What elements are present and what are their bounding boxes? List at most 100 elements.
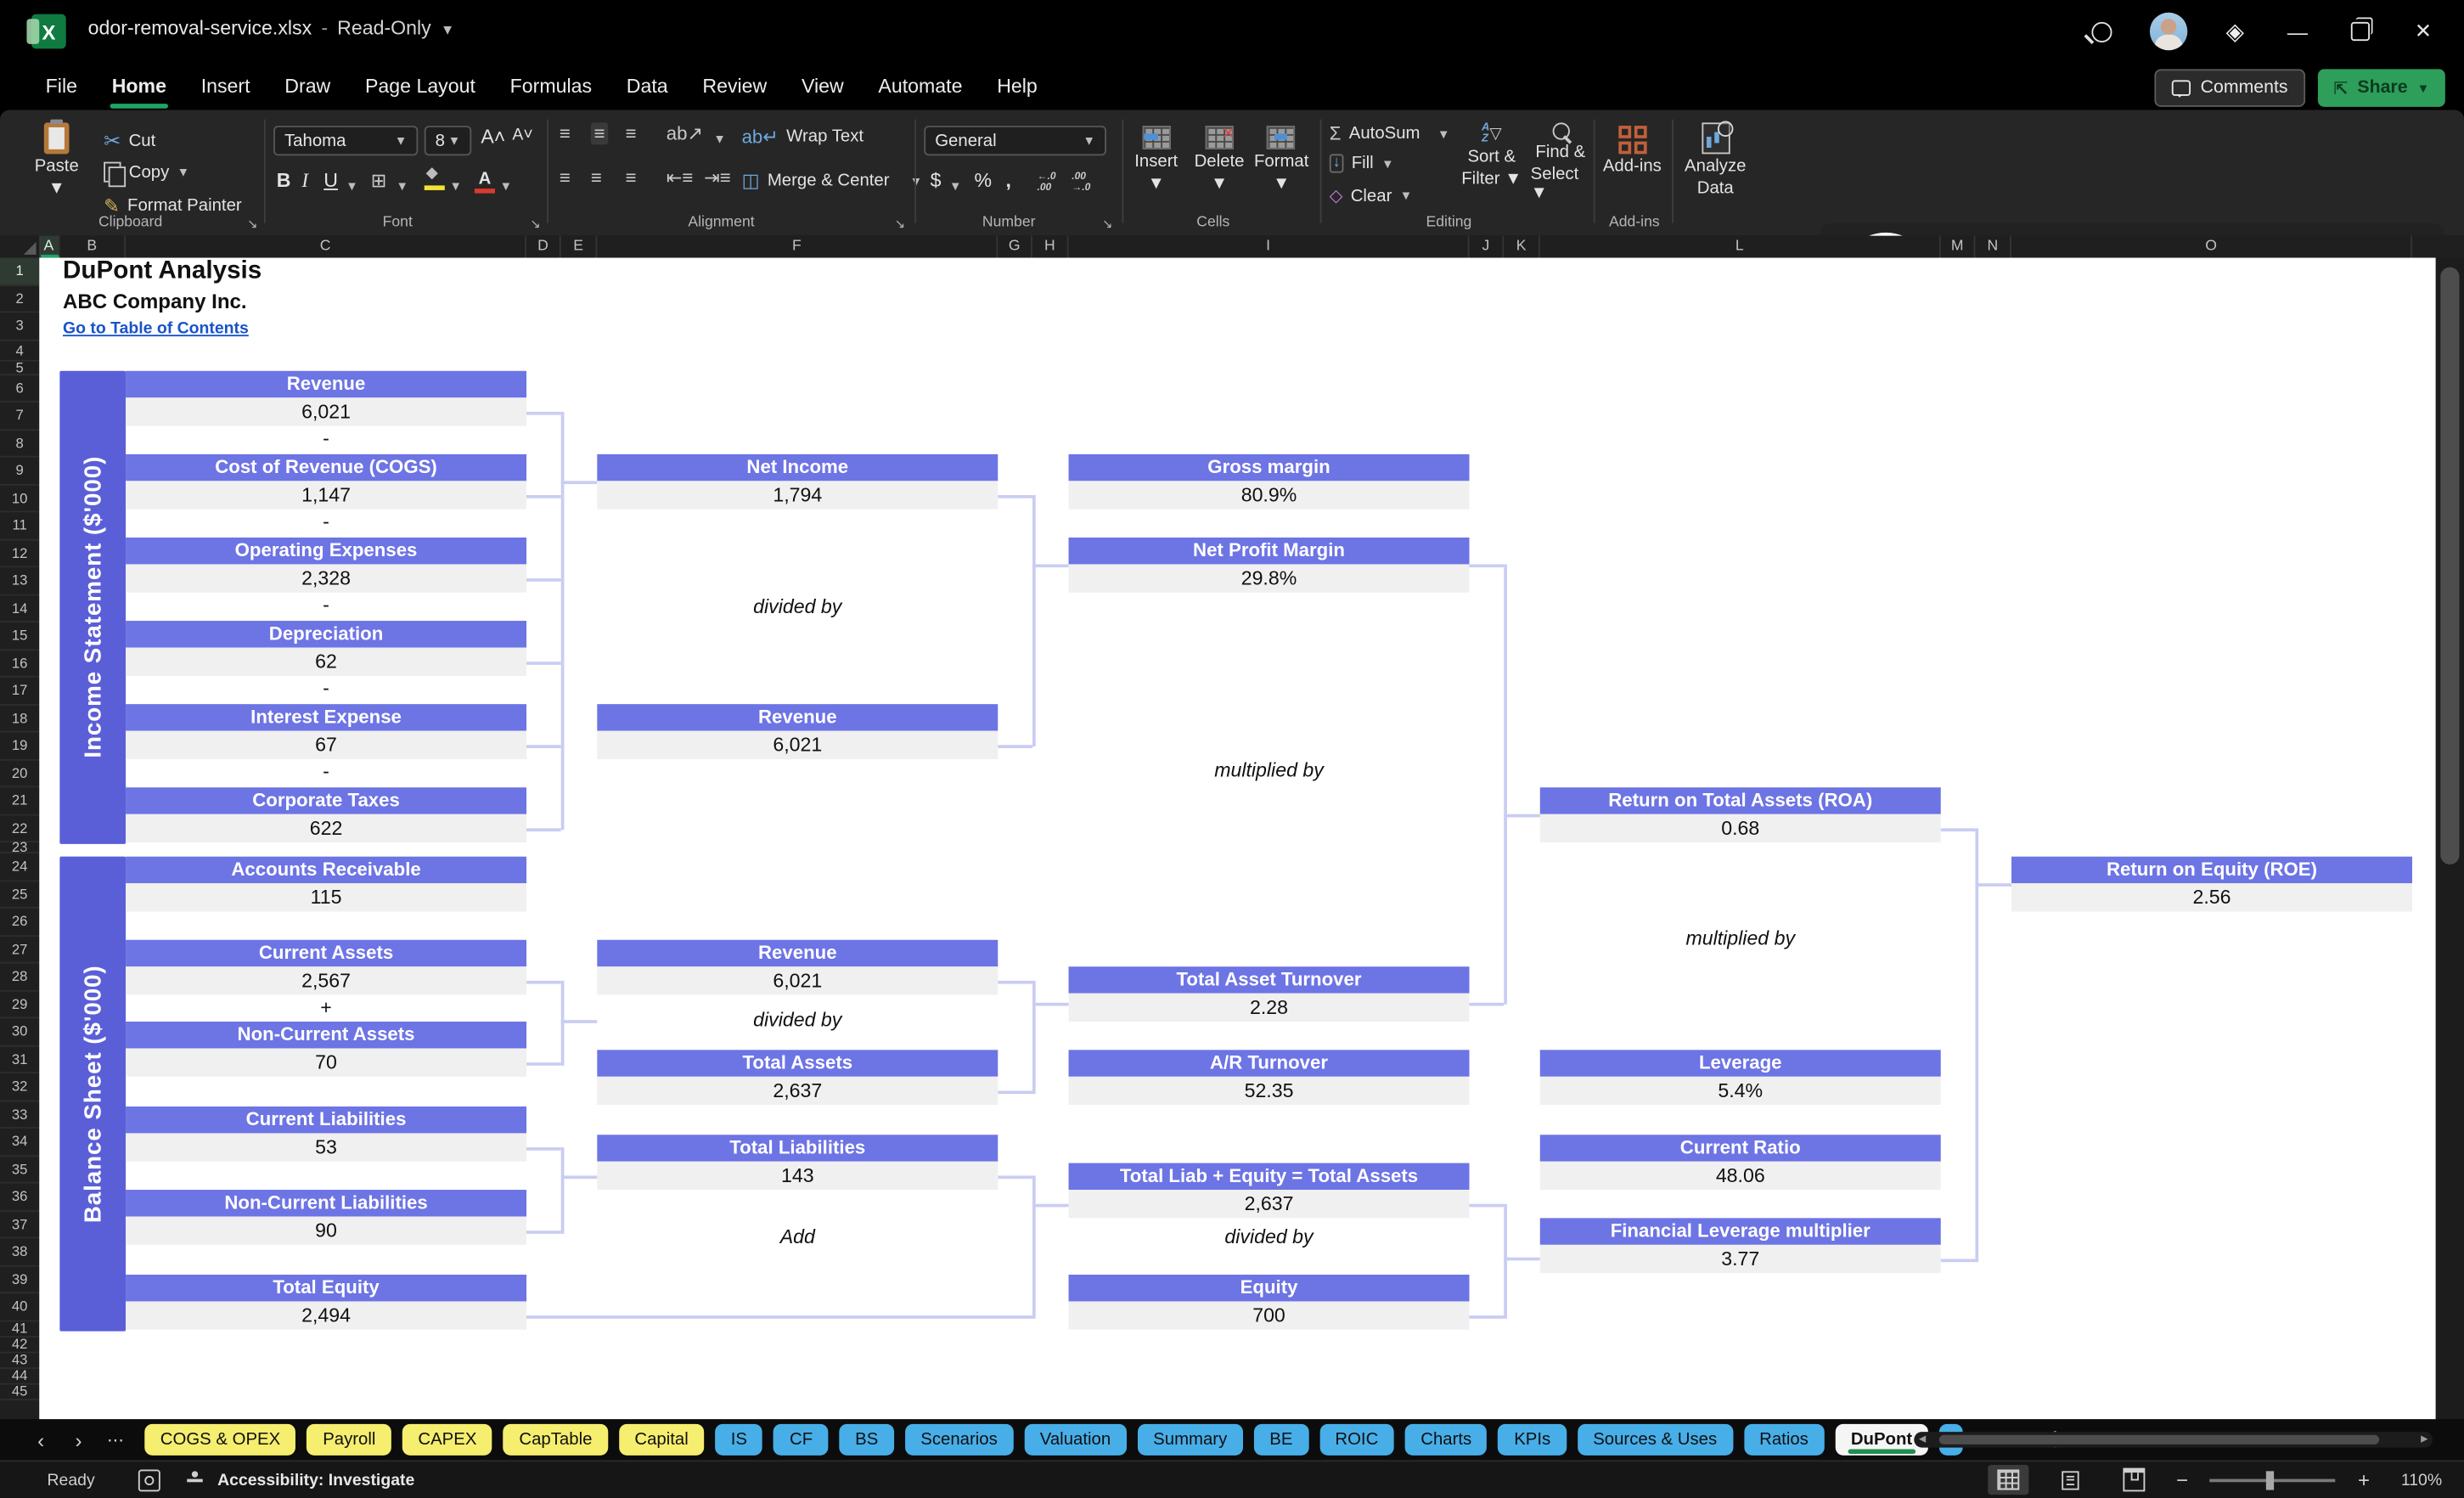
row-header-2[interactable]: 2 <box>0 285 39 313</box>
autosum-button[interactable]: ΣAutoSum▼ <box>1330 122 1450 144</box>
paste-button[interactable]: Paste▼ <box>35 122 79 198</box>
italic-button[interactable]: I <box>301 170 308 194</box>
row-header-7[interactable]: 7 <box>0 403 39 430</box>
row-header-22[interactable]: 22 <box>0 815 39 842</box>
page-layout-view-button[interactable] <box>2051 1465 2091 1495</box>
search-icon[interactable] <box>2092 21 2112 42</box>
row-header-31[interactable]: 31 <box>0 1046 39 1073</box>
sheet-tab-cogs-opex[interactable]: COGS & OPEX <box>144 1424 295 1456</box>
row-header-17[interactable]: 17 <box>0 678 39 705</box>
row-header-1[interactable]: 1 <box>0 258 39 285</box>
shrink-font-button[interactable]: A˅ <box>512 126 532 144</box>
row-header-13[interactable]: 13 <box>0 567 39 594</box>
macro-record-icon[interactable] <box>139 1469 161 1491</box>
table-of-contents-link[interactable]: Go to Table of Contents <box>63 319 249 338</box>
font-color-button[interactable]: A <box>475 170 495 189</box>
zoom-level[interactable]: 110% <box>2392 1470 2442 1489</box>
row-header-20[interactable]: 20 <box>0 760 39 787</box>
premium-diamond-icon[interactable]: ◈ <box>2226 20 2244 43</box>
menu-tab-formulas[interactable]: Formulas <box>492 68 609 105</box>
row-header-6[interactable]: 6 <box>0 374 39 402</box>
row-header-35[interactable]: 35 <box>0 1156 39 1183</box>
sheet-tab-capital[interactable]: Capital <box>619 1424 704 1456</box>
sheet-tab-bs[interactable]: BS <box>840 1424 894 1456</box>
sheet-tab-captable[interactable]: CapTable <box>503 1424 608 1456</box>
column-header-H[interactable]: H <box>1032 236 1069 258</box>
increase-indent-button[interactable]: ⇥≡ <box>704 166 731 189</box>
align-right-button[interactable]: ≡ <box>626 166 637 189</box>
column-header-G[interactable]: G <box>998 236 1032 258</box>
row-header-29[interactable]: 29 <box>0 991 39 1018</box>
fill-color-dropdown[interactable]: ▼ <box>449 179 462 194</box>
sheet-tab-is[interactable]: IS <box>715 1424 762 1456</box>
zoom-slider[interactable] <box>2210 1478 2336 1482</box>
row-header-14[interactable]: 14 <box>0 595 39 622</box>
sort-filter-button[interactable]: AZ▽ Sort &Filter ▼ <box>1461 122 1522 189</box>
row-header-42[interactable]: 42 <box>0 1337 39 1353</box>
column-header-O[interactable]: O <box>2011 236 2412 258</box>
decrease-decimal-button[interactable]: .00→.0 <box>1072 173 1090 194</box>
row-header-18[interactable]: 18 <box>0 705 39 732</box>
format-cells-button[interactable]: Format▼ <box>1254 126 1308 194</box>
borders-dropdown[interactable]: ▼ <box>396 179 408 194</box>
column-header-J[interactable]: J <box>1469 236 1504 258</box>
minimize-button[interactable]: — <box>2281 20 2313 43</box>
row-header-37[interactable]: 37 <box>0 1211 39 1238</box>
menu-tab-page-layout[interactable]: Page Layout <box>348 68 493 105</box>
horizontal-scrollbar[interactable]: ◂ ▸ <box>1914 1432 2433 1448</box>
row-header-30[interactable]: 30 <box>0 1018 39 1045</box>
row-header-21[interactable]: 21 <box>0 787 39 814</box>
align-left-button[interactable]: ≡ <box>560 166 571 189</box>
menu-tab-insert[interactable]: Insert <box>183 68 267 105</box>
font-size-select[interactable]: 8▼ <box>425 126 472 155</box>
vertical-scrollbar[interactable] <box>2436 258 2464 1420</box>
insert-cells-button[interactable]: Insert▼ <box>1134 126 1178 194</box>
accessibility-status[interactable]: Accessibility: Investigate <box>217 1470 414 1489</box>
cut-button[interactable]: ✂Cut <box>104 129 155 155</box>
row-header-4[interactable]: 4 <box>0 341 39 361</box>
horizontal-scrollbar-thumb[interactable] <box>1939 1435 2379 1444</box>
fill-button[interactable]: ↓Fill▼ <box>1330 154 1394 172</box>
row-header-8[interactable]: 8 <box>0 430 39 457</box>
row-header-5[interactable]: 5 <box>0 361 39 375</box>
select-all-corner[interactable] <box>0 236 41 258</box>
sheet-tab-kpis[interactable]: KPIs <box>1499 1424 1567 1456</box>
underline-button[interactable]: U <box>323 170 338 192</box>
addins-button[interactable]: Add-ins <box>1603 126 1662 176</box>
wrap-text-button[interactable]: ab↵Wrap Text <box>742 126 864 148</box>
row-header-45[interactable]: 45 <box>0 1384 39 1400</box>
clear-button[interactable]: ◇Clear▼ <box>1330 185 1413 206</box>
row-header-11[interactable]: 11 <box>0 512 39 539</box>
find-select-button[interactable]: Find &Select ▼ <box>1531 122 1590 202</box>
row-header-32[interactable]: 32 <box>0 1073 39 1101</box>
column-header-K[interactable]: K <box>1504 236 1540 258</box>
column-headers[interactable]: ABCDEFGHIJKLMNO <box>0 236 2464 260</box>
row-header-19[interactable]: 19 <box>0 732 39 759</box>
row-header-9[interactable]: 9 <box>0 458 39 485</box>
sheet-tab-sources-uses[interactable]: Sources & Uses <box>1578 1424 1733 1456</box>
zoom-in-button[interactable]: + <box>2358 1468 2370 1492</box>
sheet-tab-be[interactable]: BE <box>1254 1424 1308 1456</box>
row-header-12[interactable]: 12 <box>0 540 39 567</box>
zoom-out-button[interactable]: − <box>2176 1468 2188 1492</box>
align-top-button[interactable]: ≡ <box>560 122 571 144</box>
row-header-39[interactable]: 39 <box>0 1266 39 1293</box>
share-button[interactable]: ⇱ Share ▼ <box>2318 69 2445 106</box>
tabs-more-icon[interactable]: ⋯ <box>98 1429 135 1450</box>
close-button[interactable]: ✕ <box>2407 19 2439 44</box>
bold-button[interactable]: B <box>277 170 291 192</box>
column-header-C[interactable]: C <box>126 236 526 258</box>
column-header-I[interactable]: I <box>1069 236 1470 258</box>
menu-tab-data[interactable]: Data <box>609 68 685 105</box>
clipboard-dialog-launcher[interactable]: ↘ <box>247 217 257 231</box>
menu-tab-review[interactable]: Review <box>685 68 785 105</box>
row-header-27[interactable]: 27 <box>0 936 39 963</box>
analyze-data-button[interactable]: AnalyzeData <box>1685 122 1746 198</box>
hscroll-right-icon[interactable]: ▸ <box>2421 1430 2427 1447</box>
increase-decimal-button[interactable]: ←.0.00 <box>1038 173 1056 194</box>
delete-cells-button[interactable]: Delete▼ <box>1195 126 1245 194</box>
row-header-44[interactable]: 44 <box>0 1368 39 1384</box>
row-header-34[interactable]: 34 <box>0 1129 39 1156</box>
account-avatar[interactable] <box>2151 13 2188 50</box>
sheet-tab-roic[interactable]: ROIC <box>1319 1424 1394 1456</box>
